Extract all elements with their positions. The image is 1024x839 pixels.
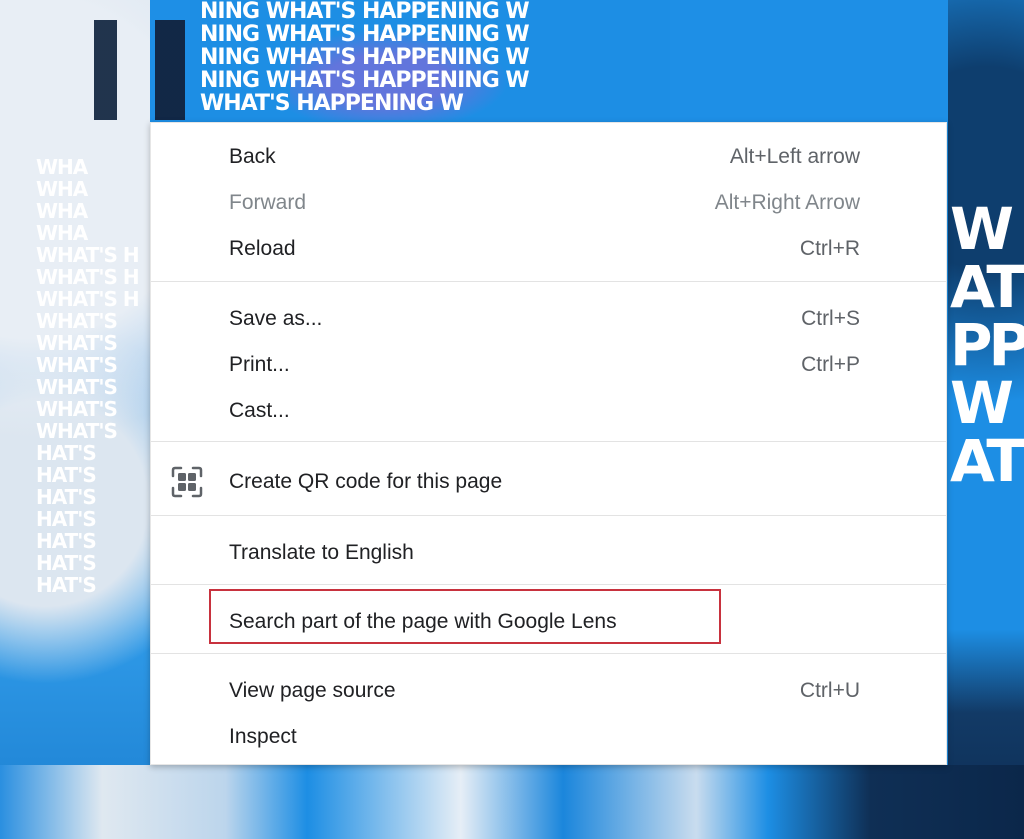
poster-text-line: WHAT'S — [36, 309, 118, 333]
poster-text-line: WHAT'S HAPPENING W — [200, 91, 464, 116]
menu-item-label: Save as... — [229, 307, 323, 330]
poster-text-line: WHA — [36, 199, 88, 223]
poster-text-line: WHAT'S H — [36, 265, 140, 289]
poster-text-line: W — [950, 200, 1014, 263]
menu-item-cast[interactable]: Cast... — [151, 388, 946, 434]
poster-text-left-column: WHA WHA WHA WHA WHAT'S H WHAT'S H WHAT'S… — [36, 155, 146, 597]
menu-separator — [151, 281, 946, 282]
menu-item-label: View page source — [229, 679, 396, 702]
poster-text-line: HAT'S — [36, 573, 97, 597]
menu-item-search-with-google-lens[interactable]: Search part of the page with Google Lens — [151, 599, 946, 645]
poster-text-line: WHA — [36, 177, 88, 201]
poster-text-line: WHA — [36, 155, 88, 179]
poster-text-line: NING WHAT'S HAPPENING W — [200, 68, 530, 93]
poster-text-top: NING WHAT'S HAPPENING W NING WHAT'S HAPP… — [200, 0, 670, 116]
menu-item-label: Inspect — [229, 725, 297, 748]
poster-text-line: WHAT'S — [36, 397, 118, 421]
menu-item-print[interactable]: Print... Ctrl+P — [151, 342, 946, 388]
poster-text-line: HAT'S — [36, 529, 97, 553]
menu-separator — [151, 584, 946, 585]
menu-item-shortcut: Ctrl+S — [801, 307, 860, 330]
background-bottom-texture — [0, 765, 1024, 839]
menu-item-label: Translate to English — [229, 541, 414, 564]
poster-text-line: WHAT'S — [36, 331, 118, 355]
poster-text-right: W AT PP W AT — [950, 200, 1024, 490]
menu-item-translate[interactable]: Translate to English — [151, 530, 946, 576]
menu-item-back[interactable]: Back Alt+Left arrow — [151, 134, 946, 180]
menu-item-view-page-source[interactable]: View page source Ctrl+U — [151, 668, 946, 714]
poster-text-line: WHAT'S — [36, 419, 118, 443]
poster-text-line: HAT'S — [36, 485, 97, 509]
menu-item-shortcut: Alt+Right Arrow — [714, 191, 860, 214]
menu-item-label: Create QR code for this page — [229, 470, 503, 493]
menu-separator — [151, 515, 946, 516]
poster-text-line: NING WHAT'S HAPPENING W — [200, 45, 530, 70]
poster-text-line: HAT'S — [36, 463, 97, 487]
poster-text-line: WHAT'S — [36, 375, 118, 399]
menu-item-save-as[interactable]: Save as... Ctrl+S — [151, 296, 946, 342]
poster-text-line: WHAT'S — [36, 353, 118, 377]
poster-text-line: PP — [950, 311, 1024, 379]
menu-item-label: Back — [229, 145, 276, 168]
menu-item-shortcut: Ctrl+U — [799, 679, 860, 702]
poster-text-line: NING WHAT'S HAPPENING W — [200, 0, 530, 24]
menu-item-shortcut: Ctrl+R — [799, 237, 860, 260]
poster-text-line: WHA — [36, 221, 88, 245]
poster-text-line: WHAT'S H — [36, 287, 140, 311]
menu-item-shortcut: Ctrl+P — [801, 353, 860, 376]
poster-text-line: HAT'S — [36, 441, 97, 465]
menu-item-label: Forward — [229, 191, 307, 214]
menu-item-inspect[interactable]: Inspect — [151, 714, 946, 760]
menu-item-label: Cast... — [229, 399, 290, 422]
poster-text-line: AT — [950, 427, 1024, 490]
poster-text-line: WHAT'S H — [36, 243, 140, 267]
menu-item-label: Print... — [229, 353, 290, 376]
poster-text-line: HAT'S — [36, 507, 97, 531]
menu-item-shortcut: Alt+Left arrow — [729, 145, 860, 168]
menu-item-reload[interactable]: Reload Ctrl+R — [151, 226, 946, 272]
qr-code-icon — [171, 466, 203, 498]
menu-item-label: Search part of the page with Google Lens — [229, 610, 617, 633]
menu-item-label: Reload — [229, 237, 296, 260]
poster-text-line: W — [950, 369, 1014, 437]
poster-text-line: HAT'S — [36, 551, 97, 575]
context-menu: Back Alt+Left arrow Forward Alt+Right Ar… — [150, 122, 947, 765]
menu-separator — [151, 441, 946, 442]
menu-item-create-qr-code[interactable]: Create QR code for this page — [151, 459, 946, 505]
menu-item-forward[interactable]: Forward Alt+Right Arrow — [151, 180, 946, 226]
menu-separator — [151, 653, 946, 654]
poster-text-line: AT — [950, 253, 1024, 321]
poster-text-line: NING WHAT'S HAPPENING W — [200, 22, 530, 47]
